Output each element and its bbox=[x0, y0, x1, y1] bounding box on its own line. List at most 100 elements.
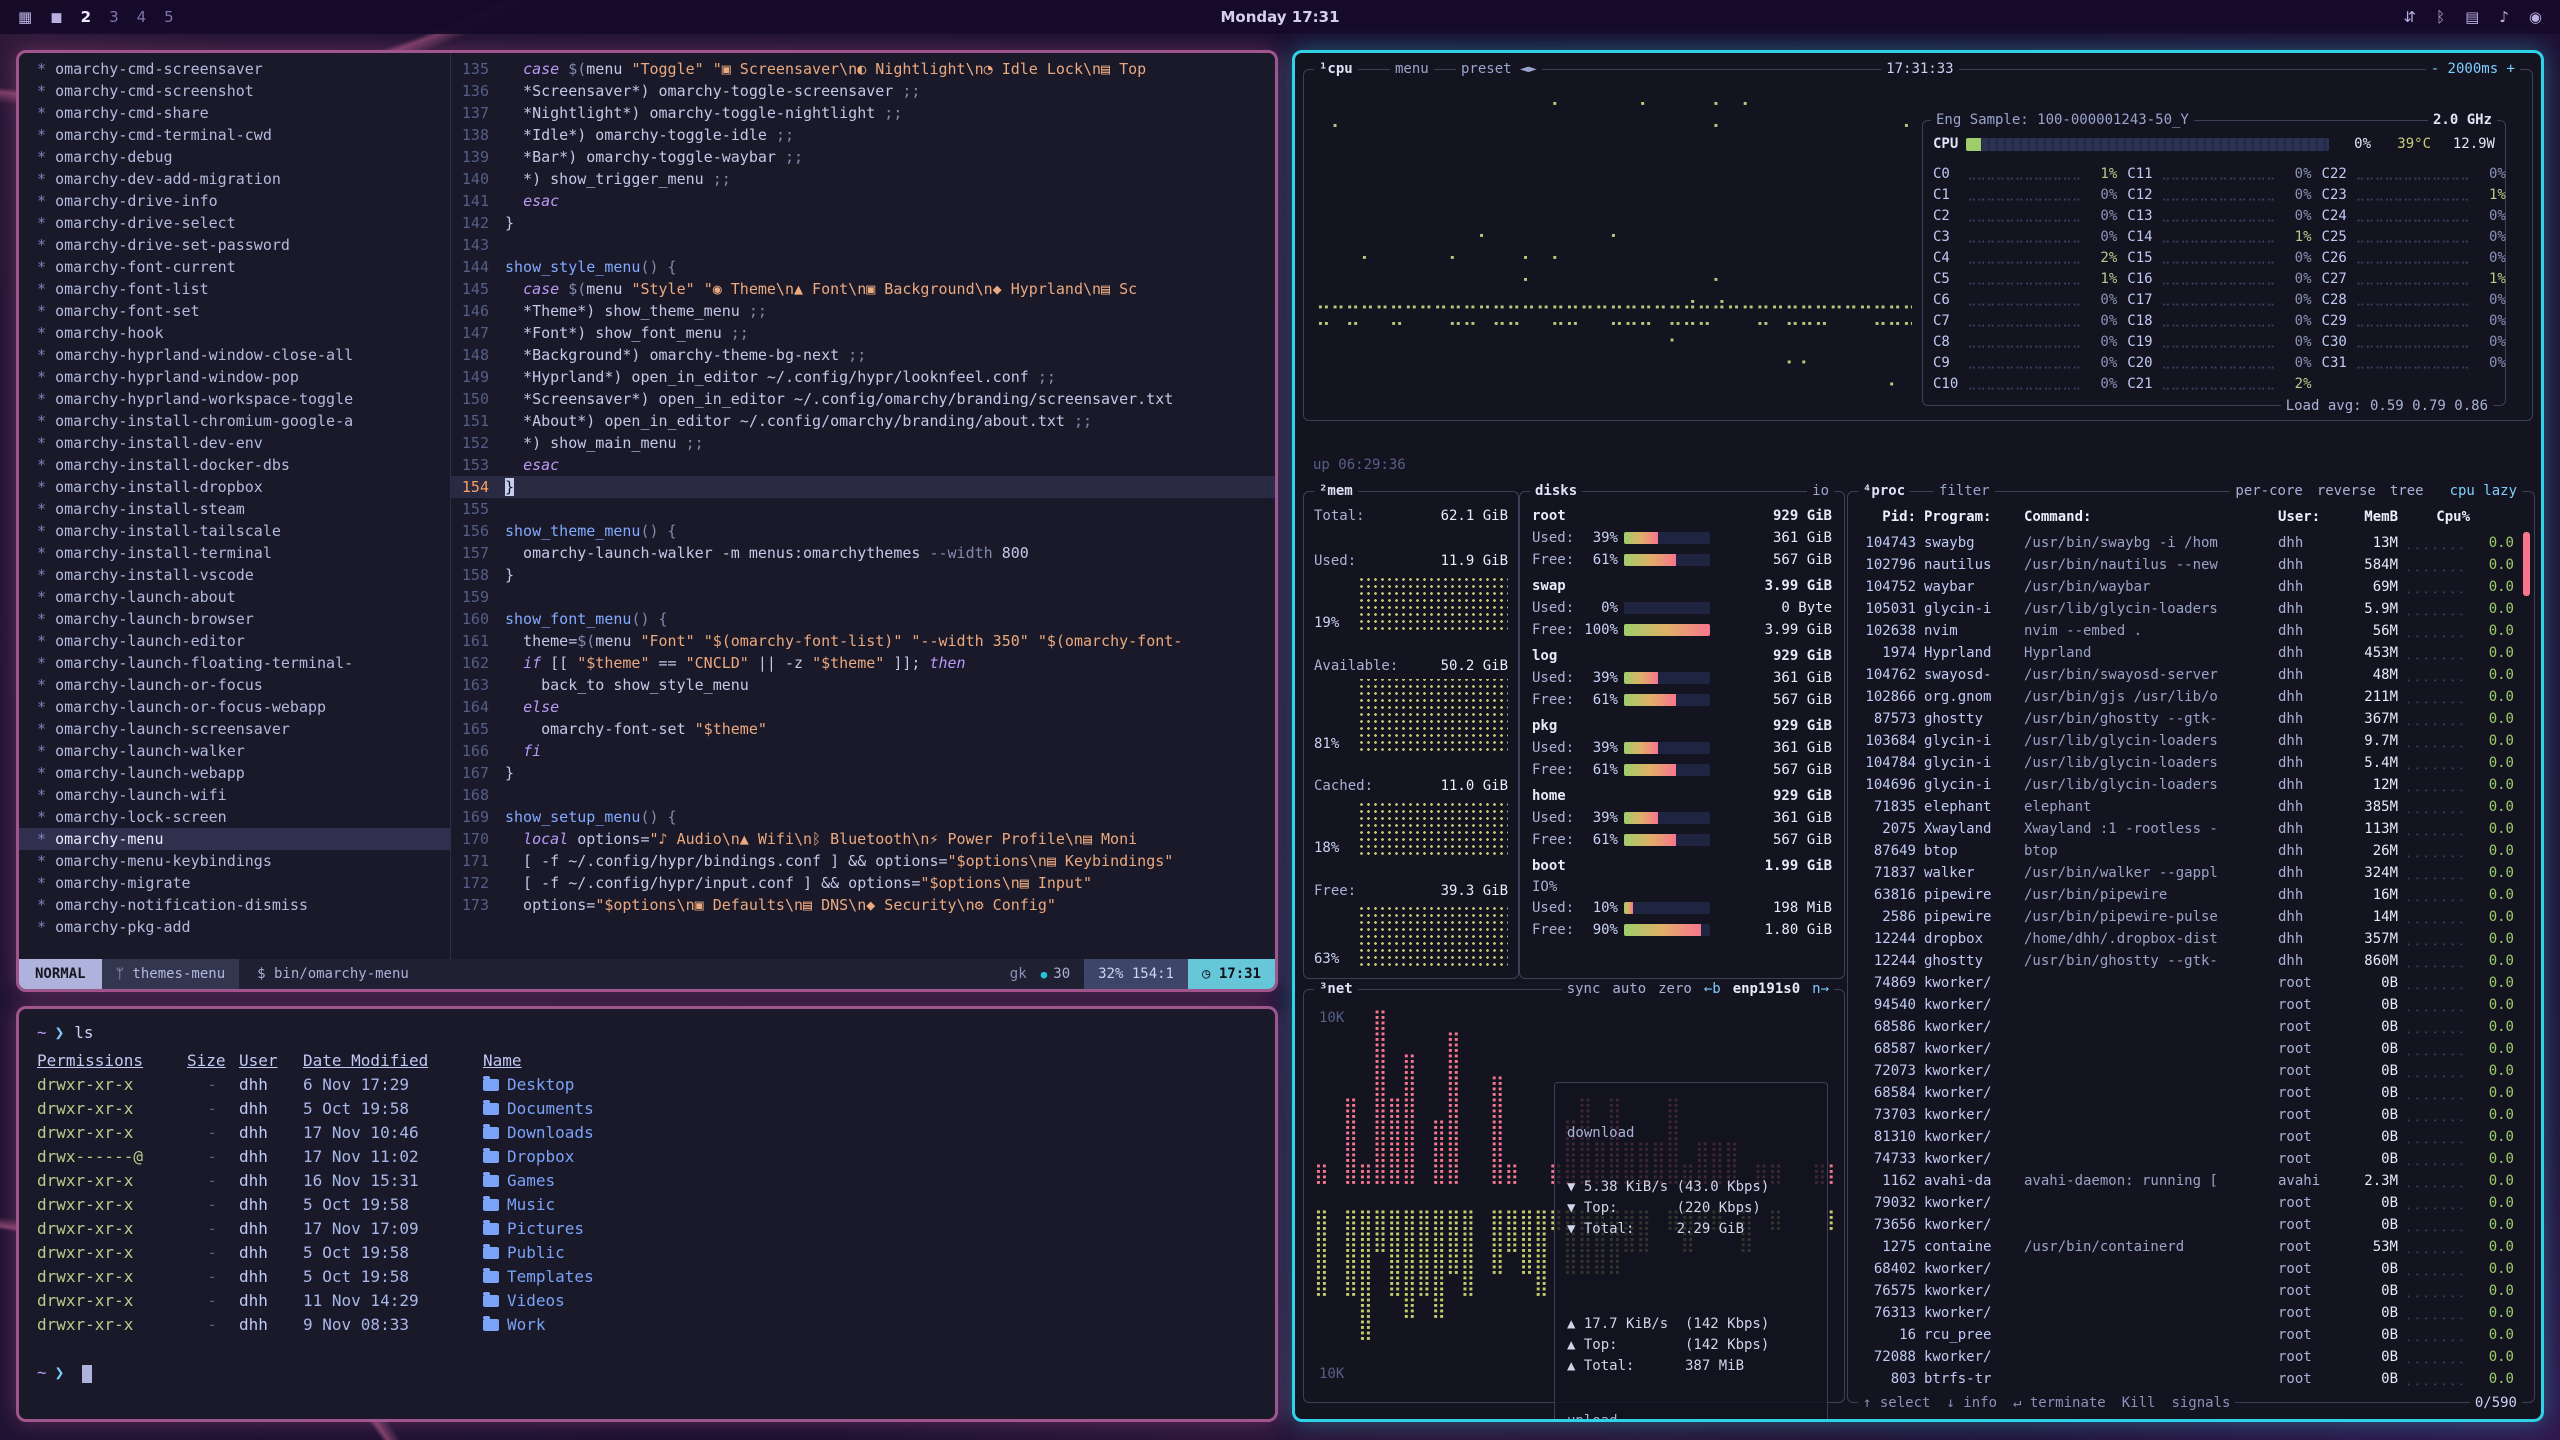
file-item[interactable]: * omarchy-install-vscode bbox=[19, 564, 450, 586]
process-row[interactable]: 76313kworker/root0B⡀⡀⡀⡀⡀⡀⡀0.0 bbox=[1858, 1302, 2514, 1324]
process-row[interactable]: 72073kworker/root0B⡀⡀⡀⡀⡀⡀⡀0.0 bbox=[1858, 1060, 2514, 1082]
screencast-icon[interactable]: ⇵ bbox=[2404, 8, 2417, 26]
code-line[interactable]: 157 omarchy-launch-walker -m menus:omarc… bbox=[451, 542, 1275, 564]
code-line[interactable]: 163 back_to show_style_menu bbox=[451, 674, 1275, 696]
process-row[interactable]: 105031glycin-i/usr/lib/glycin-loadersdhh… bbox=[1858, 598, 2514, 620]
file-item[interactable]: * omarchy-launch-about bbox=[19, 586, 450, 608]
file-item[interactable]: * omarchy-launch-webapp bbox=[19, 762, 450, 784]
process-row[interactable]: 12244ghostty/usr/bin/ghostty --gtk-dhh86… bbox=[1858, 950, 2514, 972]
process-row[interactable]: 1974HyprlandHyprlanddhh453M⡀⡀⡀⡀⡀⡀⡀0.0 bbox=[1858, 642, 2514, 664]
file-item[interactable]: * omarchy-hook bbox=[19, 322, 450, 344]
workspace-4[interactable]: 4 bbox=[137, 8, 147, 26]
file-item[interactable]: * omarchy-install-dropbox bbox=[19, 476, 450, 498]
file-item[interactable]: * omarchy-launch-browser bbox=[19, 608, 450, 630]
workspace-5[interactable]: 5 bbox=[164, 8, 174, 26]
file-item[interactable]: * omarchy-pkg-add bbox=[19, 916, 450, 938]
code-line[interactable]: 154} bbox=[451, 476, 1275, 498]
file-item[interactable]: * omarchy-install-docker-dbs bbox=[19, 454, 450, 476]
code-line[interactable]: 167} bbox=[451, 762, 1275, 784]
code-line[interactable]: 161 theme=$(menu "Font" "$(omarchy-font-… bbox=[451, 630, 1275, 652]
file-item[interactable]: * omarchy-launch-walker bbox=[19, 740, 450, 762]
file-item[interactable]: * omarchy-install-steam bbox=[19, 498, 450, 520]
code-line[interactable]: 153 esac bbox=[451, 454, 1275, 476]
terminal-window[interactable]: ~❯ls PermissionsSizeUserDate ModifiedNam… bbox=[16, 1006, 1278, 1422]
file-item[interactable]: * omarchy-dev-add-migration bbox=[19, 168, 450, 190]
power-icon[interactable]: ◉ bbox=[2529, 8, 2542, 26]
file-item[interactable]: * omarchy-launch-wifi bbox=[19, 784, 450, 806]
disks-io-toggle[interactable]: io bbox=[1807, 482, 1834, 500]
file-item[interactable]: * omarchy-menu-keybindings bbox=[19, 850, 450, 872]
file-item[interactable]: * omarchy-launch-screensaver bbox=[19, 718, 450, 740]
tray-icon[interactable]: ▤ bbox=[2465, 8, 2479, 26]
process-row[interactable]: 16rcu_preeroot0B⡀⡀⡀⡀⡀⡀⡀0.0 bbox=[1858, 1324, 2514, 1346]
file-item[interactable]: * omarchy-launch-or-focus bbox=[19, 674, 450, 696]
code-line[interactable]: 168 bbox=[451, 784, 1275, 806]
process-row[interactable]: 2586pipewire/usr/bin/pipewire-pulsedhh14… bbox=[1858, 906, 2514, 928]
file-item[interactable]: * omarchy-menu bbox=[19, 828, 450, 850]
process-row[interactable]: 103684glycin-i/usr/lib/glycin-loadersdhh… bbox=[1858, 730, 2514, 752]
code-line[interactable]: 166 fi bbox=[451, 740, 1275, 762]
code-line[interactable]: 145 case $(menu "Style" "◉ Theme\n▲ Font… bbox=[451, 278, 1275, 300]
code-line[interactable]: 150 *Screensaver*) open_in_editor ~/.con… bbox=[451, 388, 1275, 410]
file-item[interactable]: * omarchy-debug bbox=[19, 146, 450, 168]
apps-icon[interactable]: ▦ bbox=[18, 8, 32, 26]
code-line[interactable]: 149 *Hyprland*) open_in_editor ~/.config… bbox=[451, 366, 1275, 388]
process-row[interactable]: 74733kworker/root0B⡀⡀⡀⡀⡀⡀⡀0.0 bbox=[1858, 1148, 2514, 1170]
process-row[interactable]: 102866org.gnom/usr/bin/gjs /usr/lib/odhh… bbox=[1858, 686, 2514, 708]
neovim-window[interactable]: * omarchy-cmd-screensaver * omarchy-cmd-… bbox=[16, 50, 1278, 992]
process-row[interactable]: 68587kworker/root0B⡀⡀⡀⡀⡀⡀⡀0.0 bbox=[1858, 1038, 2514, 1060]
workspace-3[interactable]: 3 bbox=[109, 8, 119, 26]
file-item[interactable]: * omarchy-font-current bbox=[19, 256, 450, 278]
process-row[interactable]: 71835elephantelephantdhh385M⡀⡀⡀⡀⡀⡀⡀0.0 bbox=[1858, 796, 2514, 818]
process-row[interactable]: 94540kworker/root0B⡀⡀⡀⡀⡀⡀⡀0.0 bbox=[1858, 994, 2514, 1016]
code-line[interactable]: 147 *Font*) show_font_menu ;; bbox=[451, 322, 1275, 344]
proc-key-kill[interactable]: Kill bbox=[2122, 1394, 2156, 1412]
btop-window[interactable]: ¹cpu menu preset ◄► 17:31:33 - 2000ms + … bbox=[1292, 50, 2544, 1422]
file-item[interactable]: * omarchy-hyprland-workspace-toggle bbox=[19, 388, 450, 410]
file-item[interactable]: * omarchy-launch-floating-terminal- bbox=[19, 652, 450, 674]
code-line[interactable]: 165 omarchy-font-set "$theme" bbox=[451, 718, 1275, 740]
file-item[interactable]: * omarchy-cmd-screensaver bbox=[19, 58, 450, 80]
code-line[interactable]: 142} bbox=[451, 212, 1275, 234]
process-row[interactable]: 102638nvimnvim --embed .dhh56M⡀⡀⡀⡀⡀⡀⡀0.0 bbox=[1858, 620, 2514, 642]
file-item[interactable]: * omarchy-hyprland-window-pop bbox=[19, 366, 450, 388]
net-iface-prev[interactable]: ←b bbox=[1704, 980, 1721, 998]
cpu-menu-button[interactable]: menu bbox=[1390, 60, 1434, 78]
prompt-line[interactable]: ~❯ bbox=[37, 1361, 1257, 1385]
process-row[interactable]: 87573ghostty/usr/bin/ghostty --gtk-dhh36… bbox=[1858, 708, 2514, 730]
code-line[interactable]: 137 *Nightlight*) omarchy-toggle-nightli… bbox=[451, 102, 1275, 124]
code-line[interactable]: 143 bbox=[451, 234, 1275, 256]
bluetooth-icon[interactable]: ᛒ bbox=[2436, 8, 2445, 26]
net-auto-toggle[interactable]: auto bbox=[1612, 980, 1646, 998]
code-line[interactable]: 151 *About*) open_in_editor ~/.config/om… bbox=[451, 410, 1275, 432]
code-line[interactable]: 136 *Screensaver*) omarchy-toggle-screen… bbox=[451, 80, 1275, 102]
code-line[interactable]: 160show_font_menu() { bbox=[451, 608, 1275, 630]
process-row[interactable]: 68402kworker/root0B⡀⡀⡀⡀⡀⡀⡀0.0 bbox=[1858, 1258, 2514, 1280]
code-line[interactable]: 146 *Theme*) show_theme_menu ;; bbox=[451, 300, 1275, 322]
process-row[interactable]: 803btrfs-trroot0B⡀⡀⡀⡀⡀⡀⡀0.0 bbox=[1858, 1368, 2514, 1390]
code-line[interactable]: 156show_theme_menu() { bbox=[451, 520, 1275, 542]
code-line[interactable]: 173 options="$options\n▣ Defaults\n▤ DNS… bbox=[451, 894, 1275, 916]
net-zero-toggle[interactable]: zero bbox=[1658, 980, 1692, 998]
net-sync-toggle[interactable]: sync bbox=[1567, 980, 1601, 998]
proc-key-signals[interactable]: signals bbox=[2171, 1394, 2230, 1412]
process-row[interactable]: 2075XwaylandXwayland :1 -rootless -dhh11… bbox=[1858, 818, 2514, 840]
process-row[interactable]: 1275containe/usr/bin/containerdroot53M⡀⡀… bbox=[1858, 1236, 2514, 1258]
proc-scrollbar-thumb[interactable] bbox=[2523, 532, 2530, 596]
file-item[interactable]: * omarchy-install-dev-env bbox=[19, 432, 450, 454]
proc-key-select[interactable]: ↑ select bbox=[1863, 1394, 1930, 1412]
process-row[interactable]: 76575kworker/root0B⡀⡀⡀⡀⡀⡀⡀0.0 bbox=[1858, 1280, 2514, 1302]
code-line[interactable]: 152 *) show_main_menu ;; bbox=[451, 432, 1275, 454]
code-line[interactable]: 162 if [[ "$theme" == "CNCLD" || -z "$th… bbox=[451, 652, 1275, 674]
volume-icon[interactable]: ♪ bbox=[2499, 8, 2509, 26]
code-line[interactable]: 141 esac bbox=[451, 190, 1275, 212]
process-row[interactable]: 104762swayosd-/usr/bin/swayosd-serverdhh… bbox=[1858, 664, 2514, 686]
process-row[interactable]: 12244dropbox/home/dhh/.dropbox-distdhh35… bbox=[1858, 928, 2514, 950]
file-item[interactable]: * omarchy-font-set bbox=[19, 300, 450, 322]
process-row[interactable]: 68586kworker/root0B⡀⡀⡀⡀⡀⡀⡀0.0 bbox=[1858, 1016, 2514, 1038]
process-row[interactable]: 68584kworker/root0B⡀⡀⡀⡀⡀⡀⡀0.0 bbox=[1858, 1082, 2514, 1104]
file-item[interactable]: * omarchy-launch-or-focus-webapp bbox=[19, 696, 450, 718]
process-row[interactable]: 104752waybar/usr/bin/waybardhh69M⡀⡀⡀⡀⡀⡀⡀… bbox=[1858, 576, 2514, 598]
proc-reverse-toggle[interactable]: reverse bbox=[2317, 482, 2376, 500]
file-item[interactable]: * omarchy-cmd-share bbox=[19, 102, 450, 124]
